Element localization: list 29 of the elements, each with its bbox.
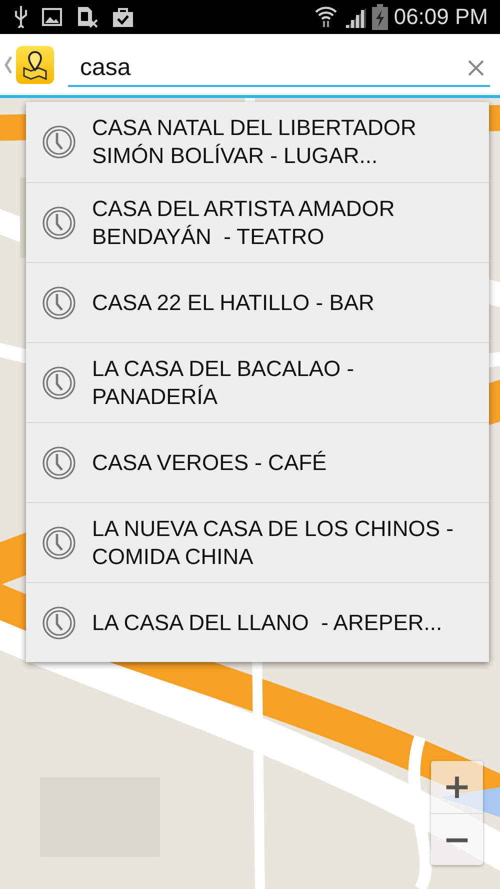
app-home-button[interactable] [4, 46, 54, 84]
clock-icon [42, 526, 76, 560]
clock-icon [42, 366, 76, 400]
suggestion-item[interactable]: LA NUEVA CASA DE LOS CHINOS - COMIDA CHINA [26, 502, 489, 582]
back-chevron-icon [4, 56, 12, 74]
clock-icon [42, 606, 76, 640]
close-icon [468, 60, 484, 76]
suggestion-item[interactable]: CASA DEL ARTISTA AMADOR BENDAYÁN - TEATRO [26, 182, 489, 262]
wifi-icon [314, 5, 338, 29]
usb-icon [14, 6, 28, 28]
zoom-out-button[interactable]: − [431, 813, 483, 865]
suggestion-item[interactable]: LA CASA DEL BACALAO - PANADERÍA [26, 342, 489, 422]
map-pin-icon [21, 50, 49, 80]
signal-icon [344, 6, 366, 28]
suggestion-item[interactable]: LA CASA DEL LLANO - AREPER... [26, 582, 489, 662]
clock-icon [42, 125, 76, 159]
clock-icon [42, 206, 76, 240]
clock-time: 06:09 PM [394, 4, 488, 30]
suggestion-item[interactable]: CASA 22 EL HATILLO - BAR [26, 262, 489, 342]
battery-charging-icon [372, 4, 388, 30]
suggestion-item[interactable]: CASA NATAL DEL LIBERTADOR SIMÓN BOLÍVAR - LUGAR... [26, 102, 489, 182]
sim-card-error-icon [76, 6, 98, 28]
suggestion-item[interactable]: CASA VEROES - CAFÉ [26, 422, 489, 502]
clock-icon [42, 446, 76, 480]
image-icon [42, 8, 62, 26]
zoom-in-button[interactable]: + [431, 761, 483, 813]
shopping-bag-icon [112, 6, 134, 28]
search-field[interactable]: casa [80, 54, 462, 82]
clock-icon [42, 286, 76, 320]
